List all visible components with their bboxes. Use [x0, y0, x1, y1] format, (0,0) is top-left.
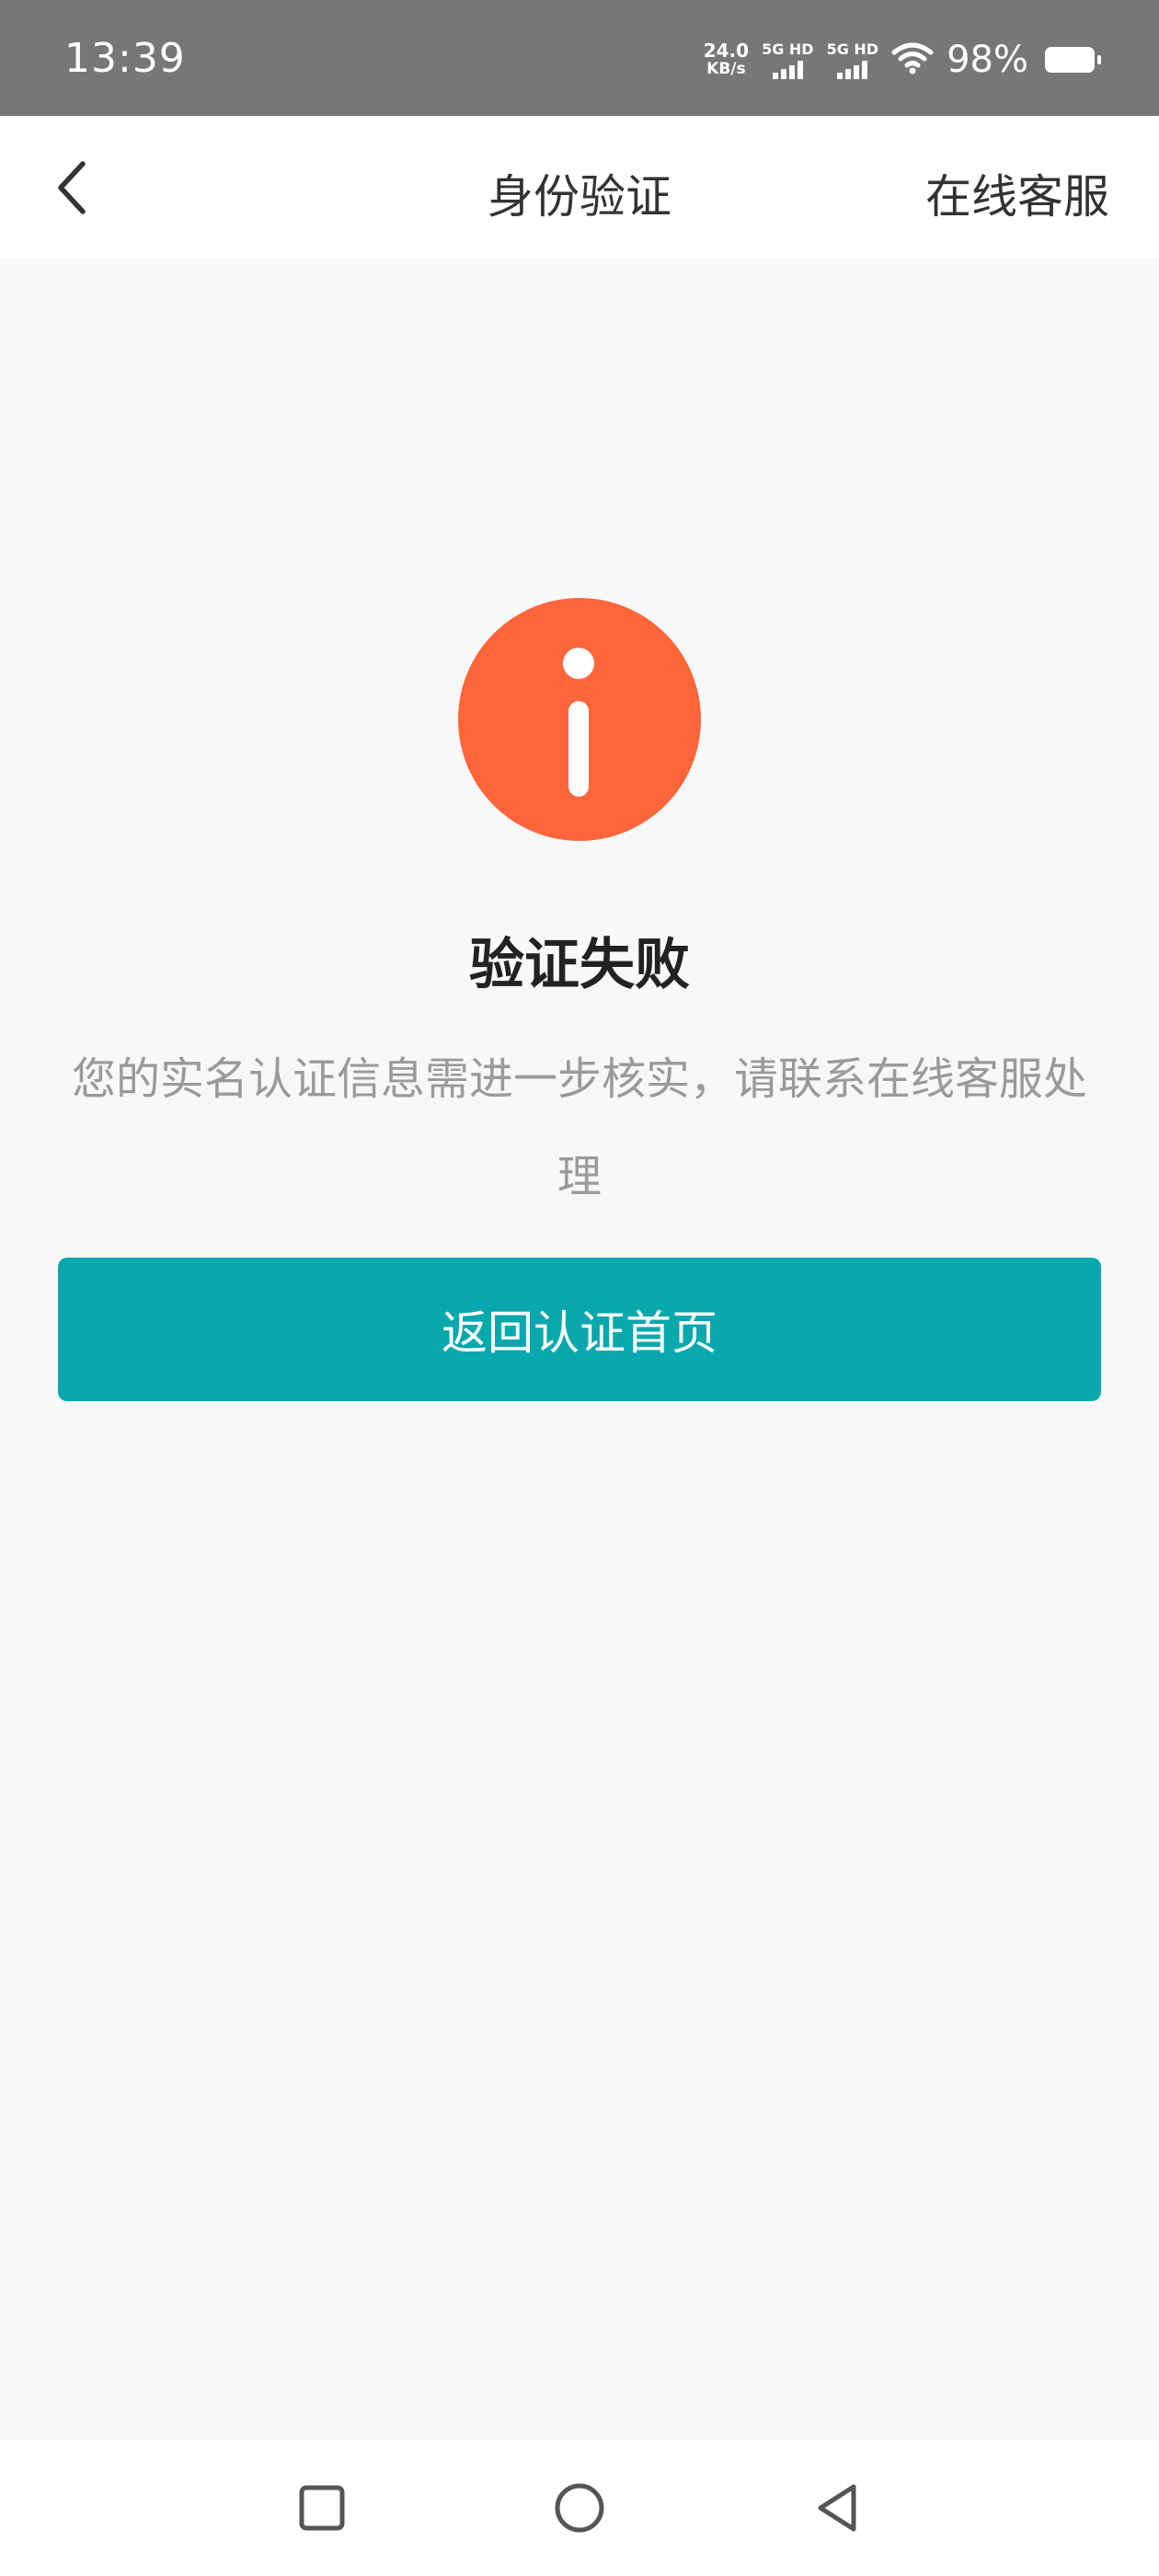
- battery-icon: [1045, 47, 1101, 73]
- back-triangle-icon: [818, 2484, 856, 2532]
- network-speed: 24.0 KB/s: [704, 41, 749, 78]
- signal-icon: 5G HD: [762, 40, 814, 79]
- result-title: 验证失败: [469, 933, 690, 997]
- sim2-label: 5G HD: [826, 40, 879, 58]
- status-time: 13:39: [64, 35, 186, 82]
- sim1-label: 5G HD: [762, 40, 814, 58]
- status-icons: 24.0 KB/s 5G HD 5G HD 98%: [704, 37, 1101, 83]
- return-to-verification-home-button[interactable]: 返回认证首页: [58, 1258, 1101, 1401]
- info-icon: [458, 598, 701, 841]
- home-button[interactable]: [534, 2462, 625, 2554]
- network-speed-unit: KB/s: [706, 60, 746, 78]
- recent-apps-button[interactable]: [276, 2462, 368, 2554]
- system-back-button[interactable]: [791, 2462, 883, 2554]
- battery-percentage: 98%: [947, 39, 1028, 81]
- signal-icon: 5G HD: [826, 40, 879, 79]
- status-bar: 13:39 24.0 KB/s 5G HD 5G HD 98%: [0, 0, 1159, 116]
- result-description: 您的实名认证信息需进一步核实，请联系在线客服处理: [71, 1053, 1087, 1202]
- top-navigation-bar: 身份验证 在线客服: [0, 116, 1159, 259]
- sim1-bars: [772, 60, 803, 79]
- recent-apps-icon: [299, 2485, 345, 2531]
- home-icon: [555, 2483, 604, 2533]
- system-navigation-bar: [0, 2440, 1159, 2576]
- wifi-icon: [891, 41, 934, 78]
- network-speed-value: 24.0: [703, 40, 750, 62]
- online-service-link[interactable]: 在线客服: [925, 160, 1109, 226]
- sim2-bars: [837, 60, 868, 79]
